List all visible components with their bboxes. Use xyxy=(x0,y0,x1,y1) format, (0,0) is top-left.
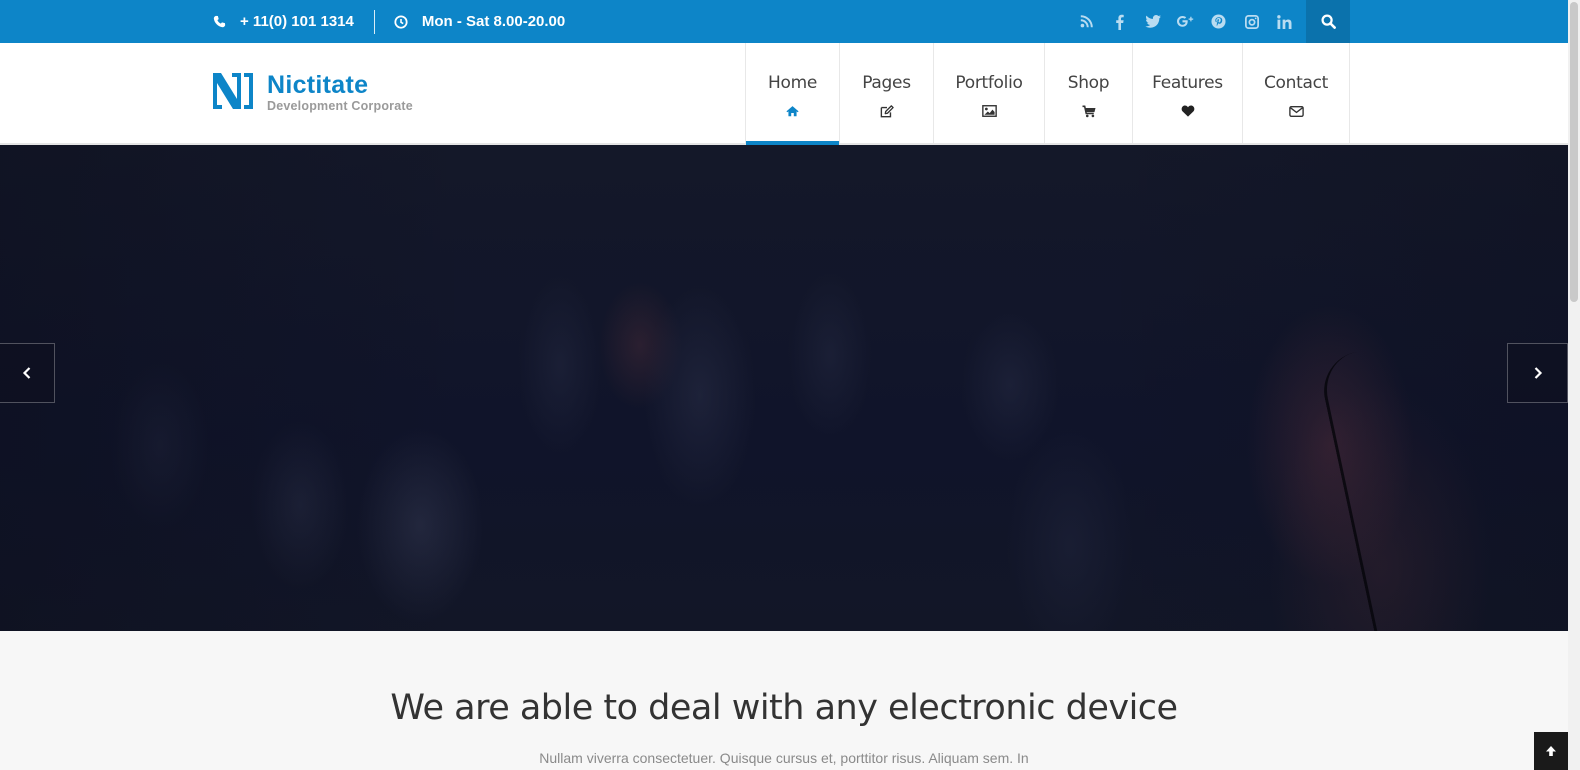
divider xyxy=(373,9,375,34)
search-icon xyxy=(1320,14,1336,29)
slider-prev-button[interactable] xyxy=(0,343,55,403)
top-bar: + 11(0) 101 1314 Mon - Sat 8.00-20.00 xyxy=(0,0,1568,43)
phone-number[interactable]: + 11(0) 101 1314 xyxy=(240,13,354,30)
hours-info: Mon - Sat 8.00-20.00 xyxy=(394,13,565,30)
nav-item-home[interactable]: Home xyxy=(745,43,839,145)
page-scrollbar[interactable] xyxy=(1568,0,1580,770)
nav-label: Features xyxy=(1152,73,1223,93)
instagram-icon[interactable] xyxy=(1235,0,1268,43)
image-icon xyxy=(981,105,997,117)
chevron-left-icon xyxy=(22,367,31,379)
google-plus-icon[interactable] xyxy=(1169,0,1202,43)
brand-name: Nictitate xyxy=(267,71,369,99)
chevron-right-icon xyxy=(1534,367,1542,379)
site-header: Nictitate Development Corporate Home Pag… xyxy=(0,43,1568,145)
nav-item-contact[interactable]: Contact xyxy=(1242,43,1350,143)
nav-label: Shop xyxy=(1067,73,1110,93)
social-links xyxy=(1070,0,1301,43)
back-to-top-button[interactable] xyxy=(1534,732,1568,770)
nav-label: Portfolio xyxy=(955,73,1023,93)
heart-icon xyxy=(1181,105,1194,117)
brand-tagline: Development Corporate xyxy=(267,99,413,113)
cart-icon xyxy=(1082,105,1095,117)
linkedin-icon[interactable] xyxy=(1268,0,1301,43)
hero-slider xyxy=(0,145,1568,631)
nav-item-portfolio[interactable]: Portfolio xyxy=(933,43,1044,143)
edit-icon xyxy=(880,104,894,117)
twitter-icon[interactable] xyxy=(1136,0,1169,43)
pinterest-icon[interactable] xyxy=(1202,0,1235,43)
nav-item-features[interactable]: Features xyxy=(1132,43,1242,143)
nav-label: Contact xyxy=(1263,73,1329,93)
nav-item-pages[interactable]: Pages xyxy=(839,43,933,143)
logo-mark-icon xyxy=(213,73,253,109)
contact-info: + 11(0) 101 1314 Mon - Sat 8.00-20.00 xyxy=(213,0,565,43)
phone-info: + 11(0) 101 1314 xyxy=(213,13,354,30)
logo-text: Nictitate Development Corporate xyxy=(267,73,413,114)
page: + 11(0) 101 1314 Mon - Sat 8.00-20.00 Ni… xyxy=(0,0,1580,770)
scrollbar-thumb[interactable] xyxy=(1570,2,1578,302)
clock-icon xyxy=(394,14,408,29)
rss-icon[interactable] xyxy=(1070,0,1103,43)
intro-section: We are able to deal with any electronic … xyxy=(0,631,1568,770)
logo[interactable]: Nictitate Development Corporate xyxy=(213,73,413,114)
nav-item-shop[interactable]: Shop xyxy=(1044,43,1132,143)
arrow-up-icon xyxy=(1546,746,1556,756)
search-button[interactable] xyxy=(1306,0,1350,43)
phone-icon xyxy=(213,15,226,28)
slider-next-button[interactable] xyxy=(1507,343,1568,403)
intro-heading: We are able to deal with any electronic … xyxy=(390,688,1178,728)
intro-text: Nullam viverra consectetuer. Quisque cur… xyxy=(539,750,1029,766)
opening-hours: Mon - Sat 8.00-20.00 xyxy=(421,13,566,30)
home-icon xyxy=(786,106,799,117)
nav-label: Pages xyxy=(862,73,911,93)
nav-label: Home xyxy=(767,73,817,93)
facebook-icon[interactable] xyxy=(1103,0,1136,43)
envelope-icon xyxy=(1288,105,1304,117)
main-nav: Home Pages Portfolio Shop Features Conta… xyxy=(745,43,1350,145)
